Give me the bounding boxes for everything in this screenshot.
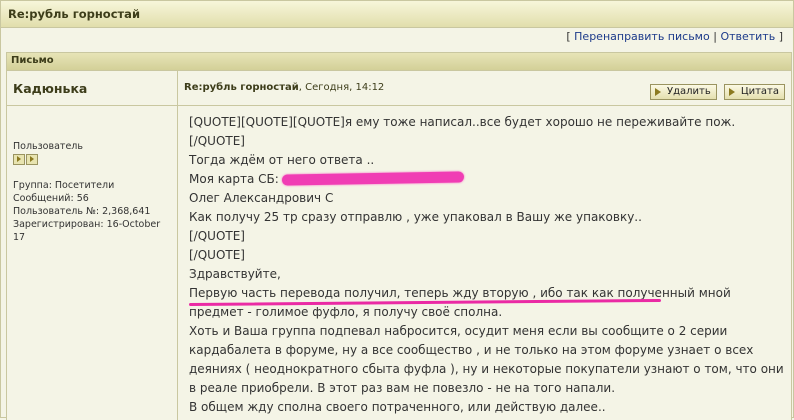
- card-line: Моя карта СБ:: [189, 170, 789, 189]
- forward-message-link[interactable]: Перенаправить письмо: [574, 30, 710, 43]
- post-line: Здравствуйте,: [189, 267, 281, 281]
- message-box: Письмо Кадюнька Пользователь Группа: Пос…: [6, 52, 792, 420]
- author-info: Пользователь Группа: Посетители Сообщени…: [13, 140, 173, 244]
- post-line: [/QUOTE]: [189, 134, 245, 148]
- author-name-cell: Кадюнька: [7, 71, 177, 106]
- post-line: [/QUOTE]: [189, 229, 245, 243]
- bracket-close: ]: [778, 30, 783, 43]
- top-links: [ Перенаправить письмо | Ответить ]: [566, 30, 783, 43]
- author-name[interactable]: Кадюнька: [13, 81, 87, 96]
- message-box-header: Письмо: [7, 53, 791, 71]
- post-line: [/QUOTE]: [189, 248, 245, 262]
- redaction-mark: [281, 171, 464, 186]
- author-column: Кадюнька Пользователь Группа: Посетители…: [7, 71, 178, 420]
- message-arrow-icon[interactable]: [26, 154, 38, 165]
- author-messages: Сообщений: 56: [13, 193, 89, 204]
- reply-link[interactable]: Ответить: [720, 30, 775, 43]
- post-line-highlighted: Как получу 25 тр сразу отправлю , уже уп…: [189, 210, 642, 224]
- title-bar: Re:рубль горностай: [1, 1, 793, 28]
- post-buttons: Удалить Цитата: [648, 79, 785, 100]
- post-line: Тогда ждём от него ответа ..: [189, 153, 375, 167]
- post-date: , Сегодня, 14:12: [298, 82, 385, 93]
- post-line: В общем жду сполна своего потраченного, …: [189, 400, 606, 414]
- author-action-buttons: [13, 154, 173, 167]
- page-title: Re:рубль горностай: [8, 7, 140, 21]
- post-column: Re:рубль горностай, Сегодня, 14:12 Удали…: [178, 71, 791, 420]
- author-user-number: Пользователь №: 2,368,641: [13, 206, 151, 217]
- post-line: Хоть и Ваша группа подпевал набросится, …: [189, 324, 784, 395]
- post-header-text: Re:рубль горностай, Сегодня, 14:12: [184, 82, 384, 93]
- post-body: [QUOTE][QUOTE][QUOTE]я ему тоже написал.…: [188, 113, 789, 417]
- delete-button[interactable]: Удалить: [649, 84, 717, 100]
- profile-arrow-icon[interactable]: [13, 154, 25, 165]
- post-line: [QUOTE][QUOTE][QUOTE]я ему тоже написал.…: [189, 115, 736, 129]
- quote-button[interactable]: Цитата: [723, 84, 785, 100]
- author-registered: Зарегистрирован: 16-October 17: [13, 219, 161, 243]
- post-line: Олег Александрович С: [189, 191, 334, 205]
- bracket-open: [: [566, 30, 571, 43]
- author-group: Группа: Посетители: [13, 180, 115, 191]
- post-subject: Re:рубль горностай: [184, 82, 299, 93]
- card-label: Моя карта СБ:: [189, 172, 279, 186]
- author-role: Пользователь: [13, 141, 83, 152]
- post-header: Re:рубль горностай, Сегодня, 14:12 Удали…: [178, 71, 791, 106]
- message-box-title: Письмо: [11, 55, 54, 66]
- link-separator: |: [713, 30, 717, 43]
- forum-window: Re:рубль горностай [ Перенаправить письм…: [0, 0, 794, 420]
